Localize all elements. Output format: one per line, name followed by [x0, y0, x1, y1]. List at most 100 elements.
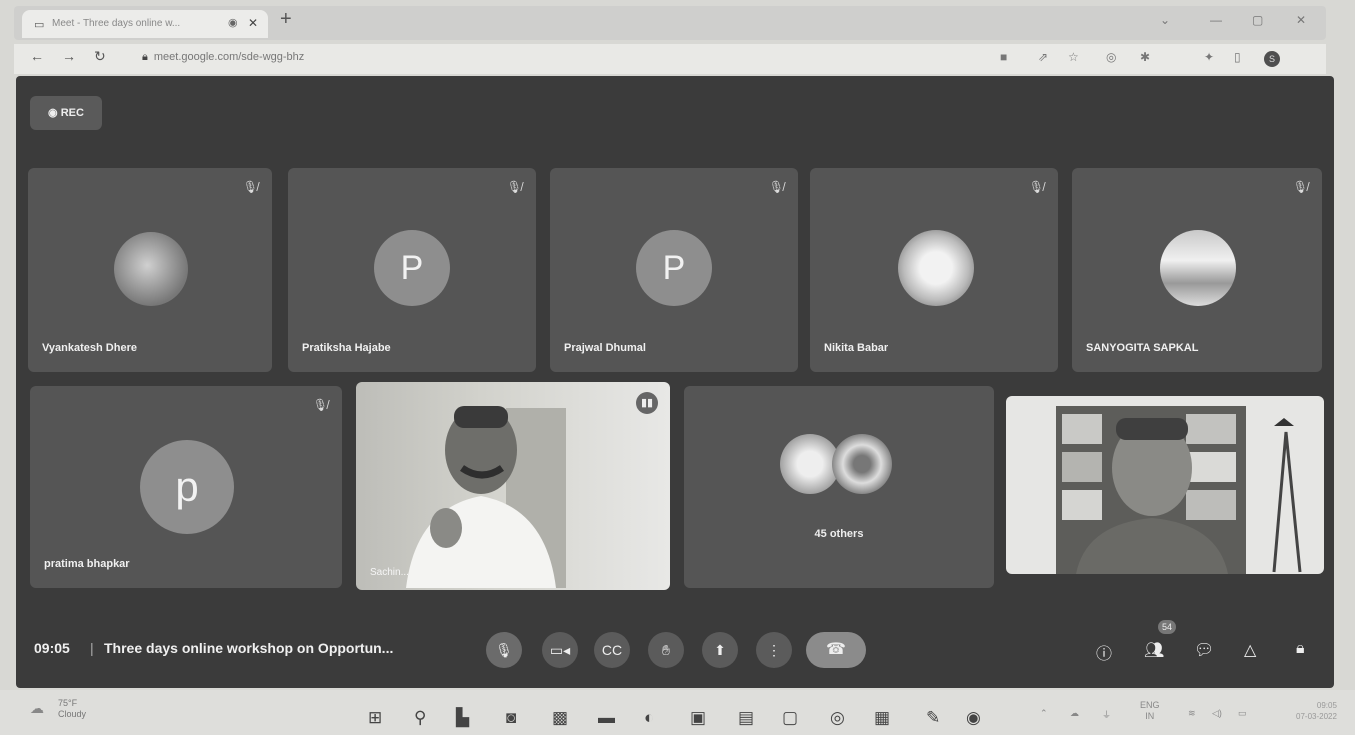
close-tab-icon[interactable]: ✕ — [248, 16, 258, 30]
recording-badge: ◉ REC — [30, 96, 102, 130]
participant-tile[interactable]: 🎙︎̸ P Pratiksha Hajabe — [288, 168, 536, 372]
chat-icon[interactable]: 💬︎ — [1194, 640, 1214, 660]
url-text: meet.google.com/sde-wgg-bhz — [153, 51, 305, 63]
edge-icon[interactable]: ◐ — [644, 708, 654, 728]
participant-tile[interactable]: 🎙︎̸ Nikita Babar — [810, 168, 1058, 372]
active-speaker-video[interactable]: ▮▮ Sachin... — [356, 382, 670, 590]
participant-tile[interactable]: 🎙︎̸ p pratima bhapkar — [30, 386, 342, 588]
participant-tile[interactable]: 🎙︎̸ SANYOGITA SAPKAL — [1072, 168, 1322, 372]
muted-mic-icon: 🎙︎̸ — [768, 180, 784, 194]
meeting-time: 09:05 — [34, 640, 70, 656]
muted-mic-icon: 🎙︎̸ — [1028, 180, 1044, 194]
participant-name: Vyankatesh Dhere — [42, 342, 137, 354]
lang-top: ENG — [1140, 700, 1160, 710]
present-screen-button[interactable]: ⬆ — [702, 632, 738, 668]
others-photo-avatar — [832, 434, 892, 494]
muted-mic-icon: 🎙︎̸ — [242, 180, 258, 194]
extension-2-icon[interactable]: ✱ — [1140, 50, 1150, 64]
others-tile[interactable]: 45 others — [684, 386, 994, 588]
self-video[interactable] — [1006, 396, 1324, 574]
weather-desc: Cloudy — [58, 709, 87, 719]
app-l-icon[interactable]: ▤ — [738, 708, 754, 728]
back-arrow-icon[interactable]: ← — [30, 48, 44, 64]
participant-tile[interactable]: 🎙︎̸ Vyankatesh Dhere — [28, 168, 272, 372]
participant-name: Pratiksha Hajabe — [302, 342, 391, 354]
maximize-button[interactable]: ▢ — [1252, 13, 1263, 27]
address-bar[interactable]: 🔒︎ meet.google.com/sde-wgg-bhz — [142, 51, 304, 64]
tab-search-icon[interactable]: ⌄ — [1160, 13, 1170, 27]
self-video-scene — [1056, 406, 1302, 574]
store-icon[interactable]: ▣ — [690, 708, 706, 728]
divider: | — [90, 640, 94, 656]
lock-icon: 🔒︎ — [142, 51, 148, 63]
participant-photo-avatar — [898, 230, 974, 306]
activities-icon[interactable]: △ — [1244, 640, 1256, 660]
puzzle-icon[interactable]: ✦ — [1204, 50, 1214, 64]
tab-title: Meet - Three days online w... — [52, 18, 181, 29]
new-tab-button[interactable]: + — [280, 8, 292, 31]
speaking-indicator-icon: ▮▮ — [636, 392, 658, 414]
chrome-icon[interactable]: ◉ — [966, 708, 981, 728]
folder-icon[interactable]: ▬ — [598, 708, 615, 728]
microphone-toggle-button[interactable]: 🎙︎ — [486, 632, 522, 668]
weather-widget[interactable]: 75°F Cloudy — [58, 698, 86, 720]
speaker-person-figure — [406, 406, 566, 588]
volume-icon[interactable]: ◁) — [1212, 708, 1222, 719]
language-indicator[interactable]: ENG IN — [1140, 700, 1160, 722]
profile-avatar[interactable]: S — [1264, 51, 1280, 67]
app-window-icon[interactable]: ▦ — [874, 708, 890, 728]
rec-label: REC — [60, 107, 84, 119]
clock-time: 09:05 — [1316, 701, 1337, 710]
speaker-name-label: Sachin... — [370, 567, 409, 578]
participant-tile[interactable]: 🎙︎̸ P Prajwal Dhumal — [550, 168, 798, 372]
app-box-icon[interactable]: ▢ — [782, 708, 798, 728]
extension-icon[interactable]: ◎ — [1106, 50, 1116, 64]
app-pen-icon[interactable]: ✎ — [926, 708, 940, 728]
participant-name: Prajwal Dhumal — [564, 342, 646, 354]
reload-icon[interactable]: ↻ — [94, 48, 106, 65]
participant-letter-avatar: P — [374, 230, 450, 306]
share-icon[interactable]: ⇗ — [1038, 50, 1048, 64]
camera-indicator-icon[interactable]: ■ — [1000, 50, 1007, 64]
meet-favicon-icon: ▭ — [34, 19, 45, 31]
meeting-details-icon[interactable]: ⓘ — [1096, 640, 1112, 664]
people-icon[interactable]: 👥︎ — [1144, 640, 1164, 660]
captions-button[interactable]: CC — [594, 632, 630, 668]
battery-icon[interactable]: ▭ — [1238, 708, 1247, 719]
search-icon[interactable]: ⚲ — [414, 708, 426, 728]
leave-call-button[interactable]: ☎︎ — [806, 632, 866, 668]
others-photo-avatar — [780, 434, 840, 494]
lang-bottom: IN — [1145, 711, 1155, 721]
file-explorer-icon[interactable]: ▙ — [456, 708, 469, 728]
close-window-button[interactable]: ✕ — [1296, 13, 1306, 27]
tray-chevron-icon[interactable]: ⌃ — [1040, 708, 1048, 719]
clock-date: 07-03-2022 — [1296, 712, 1337, 721]
participant-photo-avatar — [114, 232, 188, 306]
star-icon[interactable]: ☆ — [1068, 50, 1079, 64]
participant-letter-avatar: p — [140, 440, 234, 534]
app-icon[interactable]: ▩ — [552, 708, 568, 728]
participant-name: pratima bhapkar — [44, 558, 130, 570]
sidepanel-icon[interactable]: ▯ — [1234, 50, 1241, 64]
forward-arrow-icon[interactable]: → — [62, 48, 76, 64]
more-options-button[interactable]: ⋮ — [756, 632, 792, 668]
chat-app-icon[interactable]: ◙ — [506, 708, 516, 728]
taskbar-clock[interactable]: 09:05 07-03-2022 — [1296, 700, 1337, 722]
others-count-label: 45 others — [814, 528, 864, 540]
people-count-badge: 54 — [1158, 620, 1176, 634]
tray-cloud-icon[interactable]: ☁ — [1070, 708, 1079, 719]
participant-name: SANYOGITA SAPKAL — [1086, 342, 1199, 354]
participant-photo-avatar — [1160, 230, 1236, 306]
windows-start-icon[interactable]: ⊞ — [368, 708, 382, 728]
host-controls-icon[interactable]: 🔒︎ — [1296, 640, 1305, 658]
participant-name: Nikita Babar — [824, 342, 889, 354]
tray-usb-icon[interactable]: ⏚ — [1102, 708, 1111, 721]
camera-toggle-button[interactable]: ▭◂ — [542, 632, 578, 668]
wifi-icon[interactable]: ≋ — [1188, 708, 1196, 719]
audio-playing-icon[interactable]: ◉ — [228, 16, 238, 29]
app-circle-icon[interactable]: ◎ — [830, 708, 845, 728]
browser-tab[interactable]: ▭ Meet - Three days online w... ◉ ✕ — [22, 10, 268, 38]
raise-hand-button[interactable]: ✋︎ — [648, 632, 684, 668]
muted-mic-icon: 🎙︎̸ — [1292, 180, 1308, 194]
minimize-button[interactable]: — — [1210, 13, 1222, 27]
